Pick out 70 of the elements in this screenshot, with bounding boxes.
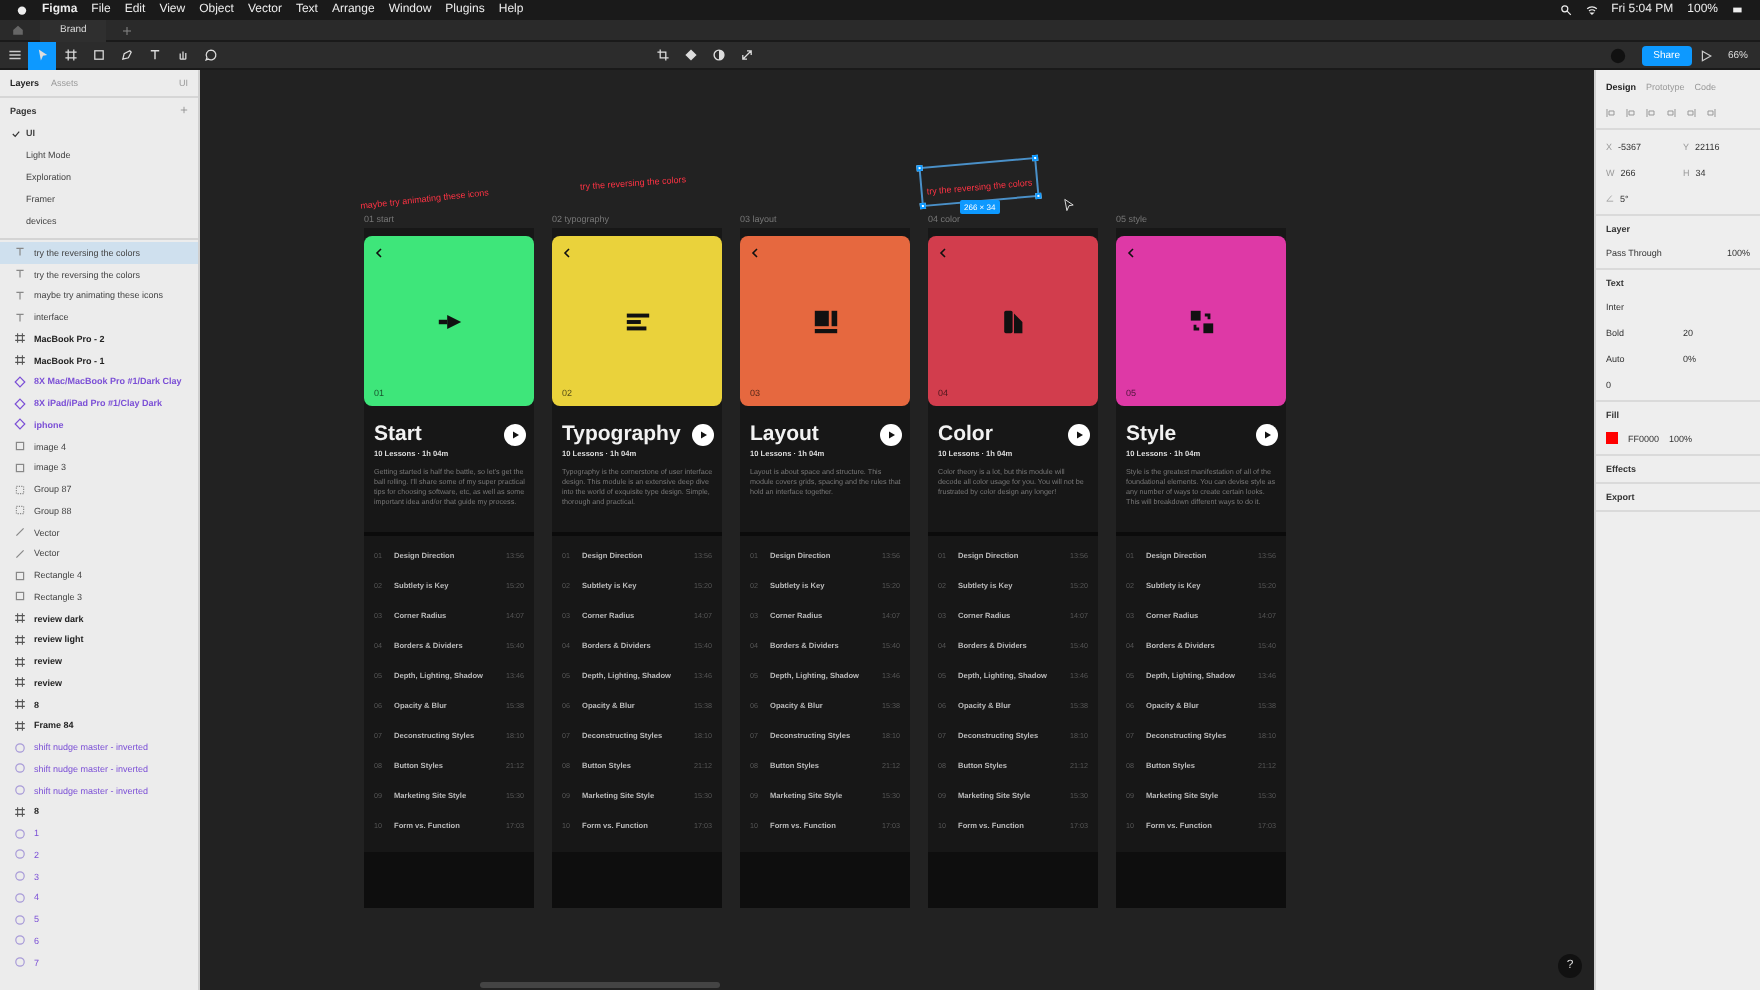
menu-icon <box>7 48 21 62</box>
circle-icon <box>14 891 26 904</box>
frame-icon <box>14 805 26 818</box>
course-title: Typography <box>562 422 681 446</box>
back-icon <box>1126 248 1136 258</box>
frame-icon <box>14 719 26 732</box>
crop-icon <box>655 48 670 62</box>
play-icon <box>1074 429 1084 439</box>
frame-icon <box>14 655 26 668</box>
contrast-icon <box>711 48 726 62</box>
square-icon <box>91 48 105 62</box>
home-icon[interactable] <box>12 24 24 36</box>
text-icon <box>14 311 26 324</box>
wifi-icon[interactable] <box>1585 4 1598 16</box>
frame-icon <box>14 633 26 646</box>
play-button[interactable] <box>1068 423 1090 445</box>
circle-icon <box>14 934 26 947</box>
play-icon <box>886 429 896 439</box>
circle-icon <box>14 956 26 969</box>
course-title: Layout <box>750 422 819 446</box>
play-icon <box>1262 429 1272 439</box>
comment-icon <box>203 48 217 62</box>
play-button[interactable] <box>1256 423 1278 445</box>
text-icon <box>14 246 26 259</box>
cursor-icon <box>35 48 49 62</box>
angle-icon <box>1606 194 1614 202</box>
frame-icon <box>14 354 26 367</box>
battery-icon[interactable] <box>1732 4 1744 16</box>
resize-icon <box>739 48 754 62</box>
circle-icon <box>14 870 26 883</box>
play-button[interactable] <box>880 423 902 445</box>
swatches-icon <box>999 307 1027 335</box>
course-title: Style <box>1126 422 1177 446</box>
components-icon <box>1187 307 1215 335</box>
play-icon <box>1700 49 1712 61</box>
circle-icon <box>14 913 26 926</box>
pen-icon <box>119 48 133 62</box>
text-icon <box>14 289 26 302</box>
circle-icon <box>14 784 26 797</box>
play-button[interactable] <box>692 423 714 445</box>
scrollbar[interactable] <box>480 982 720 988</box>
text-icon <box>14 268 26 281</box>
text-icon <box>147 48 161 62</box>
search-icon[interactable] <box>1559 4 1572 16</box>
plus-icon[interactable] <box>122 25 133 35</box>
layout-blocks-icon <box>811 307 839 335</box>
frame-icon <box>14 612 26 625</box>
play-button[interactable] <box>504 423 526 445</box>
color-swatch[interactable] <box>1606 432 1618 444</box>
circle-icon <box>14 827 26 840</box>
play-icon <box>510 429 520 439</box>
cursor-icon <box>1062 198 1076 212</box>
back-icon <box>750 248 760 258</box>
move-tool[interactable] <box>28 41 56 69</box>
circle-icon <box>14 741 26 754</box>
frame-icon <box>14 676 26 689</box>
back-icon <box>374 248 384 258</box>
back-icon <box>938 248 948 258</box>
circle-icon <box>14 848 26 861</box>
circle-icon <box>14 762 26 775</box>
frame-icon <box>14 332 26 345</box>
frame-icon <box>63 48 77 62</box>
play-icon <box>698 429 708 439</box>
diamond-icon <box>683 48 698 62</box>
frame-icon <box>14 698 26 711</box>
course-title: Start <box>374 422 422 446</box>
hand-icon <box>175 48 189 62</box>
course-title: Color <box>938 422 993 446</box>
back-icon <box>562 248 572 258</box>
logo-icon[interactable] <box>16 4 28 16</box>
